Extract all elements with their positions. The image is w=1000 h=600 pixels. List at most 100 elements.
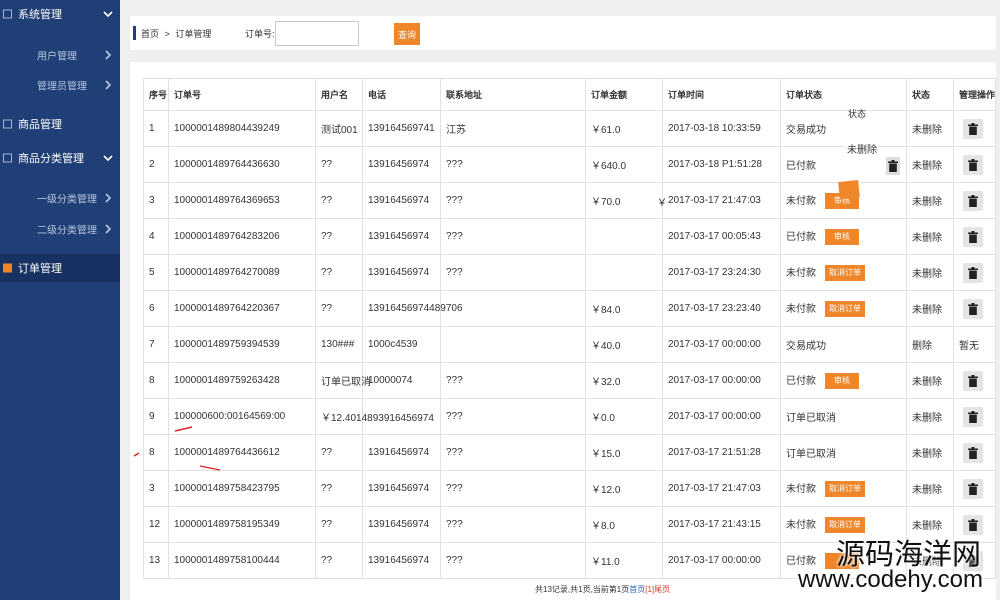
overlay-currency-symbol: ￥ [657,198,667,209]
breadcrumb-bar: 首页 > 订单管理 订单号: 查询 [130,16,996,50]
sidebar-item-users[interactable]: 用户管理 [0,40,120,70]
cell-amount: ￥70.0 [585,182,663,219]
cell-phone: 13916456974 [362,542,441,579]
cell-phone: 13916456974 [362,254,441,291]
sidebar-item-admins[interactable]: 管理员管理 [0,70,120,100]
sidebar-item-orders[interactable]: 订单管理 [0,254,120,282]
col-header-index: 序号 [143,78,169,111]
cell-address: ??? [440,398,586,435]
table-row: 6 1000001489764220367?? 13916456974489706 ￥… [143,290,996,327]
cell-operation [953,362,996,399]
cell-order-status: 已付款 审核 [780,218,907,255]
cell-order-no: 1000001489764270089 [168,254,316,291]
cell-username: ?? [315,542,363,579]
cell-address: ??? [440,146,586,183]
order-action-button[interactable]: 审核 [825,229,859,246]
delete-button[interactable] [963,298,983,319]
sidebar-item-level1-categories[interactable]: 一级分类管理 [0,183,120,213]
cell-order-no: 1000001489759263428 [168,362,316,399]
cell-delete-status: 未删除 [906,146,954,183]
delete-button[interactable] [963,442,983,463]
sidebar: 系统管理 用户管理 管理员管理 商品管理 商品分类管理 一级分类管理 二级分类管… [0,0,120,600]
cell-delete-status: 未删除 [906,182,954,219]
order-status-text: 交易成功 [786,125,826,136]
breadcrumb: 首页 > 订单管理 [141,27,214,40]
cell-order-no: 1000001489764220367 [168,290,316,327]
delete-button[interactable] [963,514,983,535]
order-status-text: 已付款 [786,375,816,387]
delete-button[interactable] [963,262,983,283]
breadcrumb-home-link[interactable]: 首页 [141,29,159,39]
cell-amount: ￥0.0 [585,398,663,435]
table-row: 7 1000001489759394539 130### 1000c4539 ￥40.0… [143,326,996,363]
delete-button[interactable] [963,478,983,499]
delete-button[interactable] [963,118,983,139]
order-status-text: 未付款 [786,519,816,531]
cell-order-no: 1000001489764369653 [168,182,316,219]
cell-delete-status: 未删除 [906,290,954,327]
pagination: 共13记录,共1页,当前第1页首页[1]尾页 [535,584,670,595]
cell-order-time: 2017-03-17 23:24:30 [662,254,781,291]
cell-index: 7 [143,326,169,363]
cell-order-time: 2017-03-18 10:33:59 [662,110,781,147]
sidebar-item-products[interactable]: 商品管理 [0,108,120,140]
cell-order-time: 2017-03-17 00:05:43 [662,218,781,255]
cell-order-status: 未付款 取消订单 [780,254,907,291]
cell-phone: 13916456974489706 [362,290,463,327]
sidebar-item-level2-categories[interactable]: 二级分类管理 [0,214,120,244]
cell-index: 3 [143,182,169,219]
cell-order-no: 1000001489764436630 [168,146,316,183]
sidebar-item-label: 商品分类管理 [18,153,84,165]
delete-button[interactable] [963,190,983,211]
col-header-order-no: 订单号 [168,78,316,111]
pagination-first-link[interactable]: 首页 [629,585,645,594]
order-status-text: 未付款 [786,303,816,315]
overlay-status-label: 状态 [848,109,867,119]
order-number-input[interactable] [275,21,359,46]
cell-username: ￥12.4014893916456974 [315,398,434,435]
cell-amount: ￥12.0 [585,470,663,507]
sidebar-item-categories[interactable]: 商品分类管理 [0,142,120,174]
cell-delete-status: 未删除 [906,398,954,435]
cell-order-time: 2017-03-17 00:00:00 [662,326,781,363]
cell-operation [953,398,996,435]
search-button[interactable]: 查询 [394,23,420,45]
order-status-text: 订单已取消 [786,449,836,460]
order-action-button[interactable]: 审核 [825,373,859,390]
cell-operation [953,182,996,219]
cell-order-status: 未付款 取消订单 [780,290,907,327]
cell-order-time: 2017-03-17 21:47:03 [662,470,781,507]
overlay-orange-patch [838,180,860,199]
cell-amount: ￥11.0 [585,542,663,579]
cell-delete-status: 未删除 [906,506,954,543]
delete-button[interactable] [963,226,983,247]
category-icon [3,153,12,163]
cell-order-status: 未付款 取消订单 [780,506,907,543]
cell-amount: ￥61.0 [585,110,663,147]
pagination-page-link[interactable]: [1] [645,585,654,594]
cell-delete-status: 未删除 [906,470,954,507]
cell-phone: 13916456974 [362,218,441,255]
pagination-last-link[interactable]: 尾页 [654,585,670,594]
table-row: 8 1000001489759263428 订单已取消 10000074??? ￥32.… [143,362,996,399]
order-action-button[interactable]: 取消订单 [825,265,865,282]
order-action-button[interactable]: 取消订单 [825,517,865,534]
cell-order-time: 2017-03-17 00:00:00 [662,362,781,399]
delete-button[interactable] [963,370,983,391]
breadcrumb-current: 订单管理 [175,29,212,39]
order-action-button[interactable]: 取消订单 [825,481,865,498]
cell-order-time: 2017-03-18 P1:51:28 [662,146,781,183]
cell-address: ??? [440,182,586,219]
cell-order-no: 1000001489804439249 [168,110,316,147]
sidebar-item-label: 用户管理 [37,51,77,63]
delete-button[interactable] [963,154,983,175]
sidebar-item-system[interactable]: 系统管理 [0,0,120,28]
order-status-text: 已付款 [786,231,816,243]
order-action-button[interactable]: 取消订单 [825,301,865,318]
chevron-down-icon [103,9,113,19]
order-status-text: 未付款 [786,483,816,495]
order-icon [3,263,12,273]
cell-address: 江苏 [440,110,586,147]
delete-button[interactable] [963,406,983,427]
cell-order-status: 交易成功 [780,110,907,147]
